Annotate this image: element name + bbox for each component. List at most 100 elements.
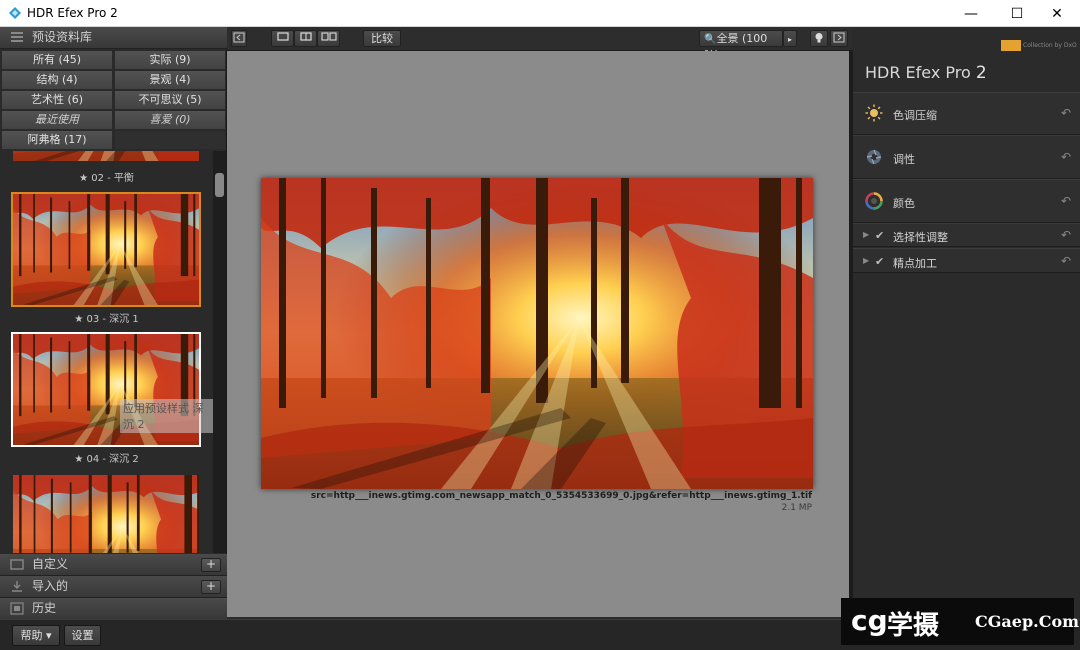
add-custom-button[interactable]: +	[201, 558, 221, 572]
panel-toggle-right-icon	[833, 32, 845, 43]
category-surreal[interactable]: 不可思议 (5)	[114, 90, 226, 110]
preset-thumbnail-image	[13, 151, 199, 161]
zoom-magnifier-icon: 🔍	[704, 34, 717, 45]
expand-arrow-icon[interactable]: ▶	[863, 256, 869, 265]
checkmark-icon[interactable]: ✔	[875, 229, 884, 242]
history-section-header[interactable]: 历史	[0, 598, 227, 620]
toggle-left-panel-button[interactable]	[231, 30, 247, 47]
tone-compression-reset-icon[interactable]: ↶	[1061, 106, 1071, 120]
preview-toolbar: 比较 🔍全景 (100 %) ▸	[227, 27, 852, 61]
side-by-side-icon	[320, 32, 337, 41]
aperture-icon	[866, 149, 882, 165]
add-imported-button[interactable]: +	[201, 580, 221, 594]
color-reset-icon[interactable]: ↶	[1061, 194, 1071, 208]
tone-compression-label: 色调压缩	[893, 109, 937, 122]
settings-button[interactable]: 设置	[64, 625, 101, 646]
imported-label: 导入的	[32, 579, 69, 593]
zoom-dropdown-button[interactable]: ▸	[783, 30, 797, 47]
lightbulb-icon	[815, 33, 823, 43]
minimize-button[interactable]: —	[948, 0, 994, 27]
category-landscape[interactable]: 景观 (4)	[114, 70, 226, 90]
product-version: 2	[975, 63, 987, 83]
category-artistic[interactable]: 艺术性 (6)	[1, 90, 113, 110]
preset-label-03: ★ 03 - 深沉 1	[74, 314, 139, 325]
preview-image[interactable]	[261, 178, 813, 489]
zoom-selector[interactable]: 🔍全景 (100 %)	[699, 30, 783, 61]
preset-thumbnail-list: ★ 02 - 平衡 ★ 03 - 深沉 1 ★ 04 - 深沉 2 应用预设样式…	[0, 151, 213, 553]
category-structure[interactable]: 结构 (4)	[1, 70, 113, 90]
preset-label-02: ★ 02 - 平衡	[79, 173, 134, 184]
product-name-text: HDR Efex Pro	[865, 63, 971, 82]
history-label: 历史	[32, 601, 57, 615]
split-view-button[interactable]	[294, 30, 317, 47]
selective-adjustments-reset-icon[interactable]: ↶	[1061, 228, 1071, 242]
preset-library-header[interactable]: 预设资料库	[0, 27, 227, 49]
custom-section-header[interactable]: 自定义 +	[0, 554, 227, 576]
preset-thumbnail-03[interactable]	[11, 192, 201, 307]
image-filename: src=http___inews.gtimg.com_newsapp_match…	[310, 491, 812, 501]
category-empty-cell	[114, 130, 226, 150]
expand-arrow-icon[interactable]: ▶	[863, 230, 869, 239]
preset-thumbnail-image	[13, 475, 199, 553]
tonality-reset-icon[interactable]: ↶	[1061, 150, 1071, 164]
adjustments-panel: Collection by DxO HDR Efex Pro 2 色调压缩 ↶ …	[853, 27, 1080, 619]
preset-thumbnail-image	[13, 194, 199, 305]
library-icon	[11, 32, 23, 42]
watermark-logo-cg: cg	[851, 604, 888, 637]
preset-library-label: 预设资料库	[32, 30, 93, 44]
preset-tooltip: 应用预设样式 深沉 2	[120, 399, 213, 433]
help-button[interactable]: 帮助 ▾	[12, 625, 60, 646]
color-wheel-icon	[865, 192, 883, 210]
finishing-reset-icon[interactable]: ↶	[1061, 254, 1071, 268]
forest-photo	[261, 178, 813, 489]
tone-compression-section[interactable]: 色调压缩 ↶	[853, 92, 1080, 135]
toggle-right-panel-button[interactable]	[830, 30, 848, 47]
tonality-label: 调性	[893, 153, 915, 166]
image-megapixels: 2.1 MP	[781, 503, 812, 513]
preset-label-04: ★ 04 - 深沉 2	[74, 454, 139, 465]
product-name: HDR Efex Pro 2	[865, 63, 987, 83]
single-view-icon	[276, 32, 289, 41]
close-button[interactable]: ✕	[1034, 0, 1080, 27]
finishing-section[interactable]: ▶ ✔ 精点加工 ↶	[853, 248, 1080, 273]
watermark-overlay: cg 学摄 CGaep.Com	[841, 598, 1079, 645]
selective-adjustments-section[interactable]: ▶ ✔ 选择性调整 ↶	[853, 223, 1080, 247]
hdr-efex-app: HDR Efex Pro 2 — ☐ ✕ 预设资料库 所有 (45) 实际 (9…	[0, 0, 1080, 650]
title-bar: HDR Efex Pro 2 — ☐ ✕	[0, 0, 1080, 27]
watermark-cn-text: 学摄	[887, 611, 940, 641]
thumbnail-scrollbar[interactable]	[213, 151, 226, 553]
single-view-button[interactable]	[271, 30, 294, 47]
color-label: 颜色	[893, 197, 915, 210]
panel-toggle-icon	[233, 32, 245, 43]
chevron-right-icon: ▸	[787, 35, 792, 44]
finishing-label: 精点加工	[893, 257, 937, 270]
category-recent[interactable]: 最近使用	[1, 110, 113, 130]
compare-button[interactable]: 比较	[363, 30, 401, 47]
category-all[interactable]: 所有 (45)	[1, 50, 113, 70]
category-favorites[interactable]: 喜爱 (0)	[114, 110, 226, 130]
background-brightness-button[interactable]	[810, 30, 828, 47]
brand-tagline: Collection by DxO	[1023, 42, 1077, 49]
preset-thumbnail-05[interactable]	[11, 473, 201, 553]
custom-icon	[10, 559, 24, 570]
sun-icon	[865, 104, 883, 122]
preview-canvas[interactable]: src=http___inews.gtimg.com_newsapp_match…	[227, 51, 849, 617]
side-by-side-view-button[interactable]	[317, 30, 340, 47]
preset-library-panel: 预设资料库 所有 (45) 实际 (9) 结构 (4) 景观 (4) 艺术性 (…	[0, 27, 227, 620]
tonality-section[interactable]: 调性 ↶	[853, 135, 1080, 179]
history-icon	[10, 602, 24, 615]
import-icon	[12, 581, 22, 592]
preset-thumbnail-02[interactable]	[11, 151, 201, 163]
custom-label: 自定义	[32, 557, 69, 571]
split-view-icon	[299, 32, 312, 41]
app-logo-icon	[9, 7, 21, 19]
scrollbar-thumb[interactable]	[215, 173, 224, 197]
color-section[interactable]: 颜色 ↶	[853, 179, 1080, 223]
category-afg[interactable]: 阿弗格 (17)	[1, 130, 113, 150]
watermark-url: CGaep.Com	[975, 612, 1080, 631]
category-realistic[interactable]: 实际 (9)	[114, 50, 226, 70]
imported-section-header[interactable]: 导入的 +	[0, 576, 227, 598]
checkmark-icon[interactable]: ✔	[875, 255, 884, 268]
selective-adjustments-label: 选择性调整	[893, 231, 948, 244]
nik-brand-logo	[1001, 40, 1021, 51]
